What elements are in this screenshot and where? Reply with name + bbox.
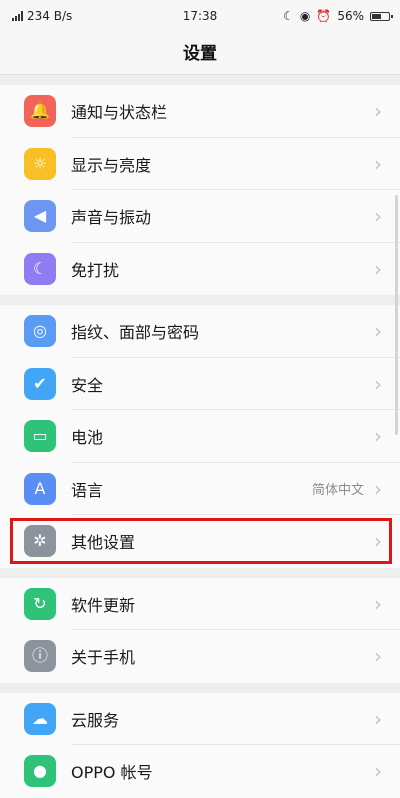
gear-icon: ✲ <box>24 525 56 558</box>
page-title: 设置 <box>0 34 400 75</box>
chevron-right-icon: › <box>374 204 382 229</box>
settings-item-label: 指纹、面部与密码 <box>71 323 200 343</box>
chevron-right-icon: › <box>374 256 382 281</box>
sun-icon: ☼ <box>24 147 56 180</box>
settings-item-label: 声音与振动 <box>71 208 152 228</box>
settings-item[interactable]: ✲ 其他设置 › <box>0 515 400 568</box>
settings-group: ◎ 指纹、面部与密码 › ✔ 安全 › ▭ 电池 › A 语言 简体中文 › ✲ 其他设置 › <box>0 305 400 568</box>
settings-group: 🔔 通知与状态栏 › ☼ 显示与亮度 › ◀ 声音与振动 › ☾ 免打扰 › <box>0 85 400 295</box>
chevron-right-icon: › <box>374 319 382 344</box>
settings-item[interactable]: A 语言 简体中文 › <box>0 463 400 515</box>
chevron-right-icon: › <box>374 424 382 449</box>
fingerprint-icon: ◎ <box>24 315 56 348</box>
bell-icon: 🔔 <box>24 95 56 128</box>
settings-item[interactable]: ◀ 声音与振动 › <box>0 190 400 243</box>
settings-item-label: OPPO 帐号 <box>71 763 153 783</box>
settings-group: ↻ 软件更新 › ⓘ 关于手机 › <box>0 577 400 683</box>
settings-item[interactable]: ☾ 免打扰 › <box>0 243 400 296</box>
settings-item[interactable]: ↻ 软件更新 › <box>0 578 400 630</box>
location-icon: ◉ <box>299 9 311 23</box>
settings-item-value: 简体中文 <box>311 483 364 499</box>
user-icon: ● <box>24 755 56 788</box>
shield-icon: ✔ <box>24 367 56 400</box>
chevron-right-icon: › <box>374 151 382 176</box>
settings-item-label: 免打扰 <box>71 260 120 280</box>
chevron-right-icon: › <box>374 99 382 124</box>
chevron-right-icon: › <box>374 759 382 784</box>
settings-item-label: 其他设置 <box>71 533 136 553</box>
moon-icon: ☾ <box>24 252 56 285</box>
moon-status-icon: ☾ <box>283 9 294 23</box>
settings-item[interactable]: ✔ 安全 › <box>0 358 400 410</box>
settings-item-label: 电池 <box>71 428 104 448</box>
chevron-right-icon: › <box>374 371 382 396</box>
chevron-right-icon: › <box>374 706 382 731</box>
refresh-icon: ↻ <box>24 587 56 620</box>
settings-item-label: 云服务 <box>71 710 120 730</box>
settings-item[interactable]: ▭ 电池 › <box>0 410 400 463</box>
battery-icon: ▭ <box>24 420 56 453</box>
cloud-icon: ☁ <box>24 702 56 735</box>
settings-item[interactable]: ☼ 显示与亮度 › <box>0 138 400 190</box>
alarm-icon: ⏰ <box>316 9 332 23</box>
chevron-right-icon: › <box>374 591 382 616</box>
battery-status-icon <box>370 11 393 21</box>
settings-item-label: 显示与亮度 <box>71 155 152 175</box>
chevron-right-icon: › <box>374 529 382 554</box>
settings-item-label: 通知与状态栏 <box>71 103 168 123</box>
settings-item-label: 安全 <box>71 375 104 395</box>
language-icon: A <box>24 472 56 505</box>
settings-item[interactable]: ⓘ 关于手机 › <box>0 630 400 683</box>
settings-item-label: 软件更新 <box>71 595 136 615</box>
settings-item[interactable]: ◎ 指纹、面部与密码 › <box>0 305 400 358</box>
chevron-right-icon: › <box>374 644 382 669</box>
settings-item-label: 关于手机 <box>71 648 136 668</box>
status-bar: 234 B/s 17:38 ☾ ◉ ⏰ 56% <box>0 0 400 34</box>
settings-group: ☁ 云服务 › ● OPPO 帐号 › <box>0 692 400 798</box>
settings-list[interactable]: 🔔 通知与状态栏 › ☼ 显示与亮度 › ◀ 声音与振动 › ☾ 免打扰 › ◎ 指纹、面部与密码 › ✔ 安全… <box>0 85 400 798</box>
status-right: ☾ ◉ ⏰ 56% <box>283 9 393 23</box>
info-icon: ⓘ <box>24 640 56 673</box>
speaker-icon: ◀ <box>24 200 56 233</box>
settings-item[interactable]: ● OPPO 帐号 › <box>0 745 400 798</box>
settings-item[interactable]: 🔔 通知与状态栏 › <box>0 85 400 138</box>
highlight-box <box>10 518 392 564</box>
chevron-right-icon: › <box>374 476 382 501</box>
battery-percent: 56% <box>337 9 364 23</box>
scrollbar[interactable] <box>395 195 398 435</box>
settings-item-label: 语言 <box>71 480 104 500</box>
settings-item[interactable]: ☁ 云服务 › <box>0 693 400 745</box>
